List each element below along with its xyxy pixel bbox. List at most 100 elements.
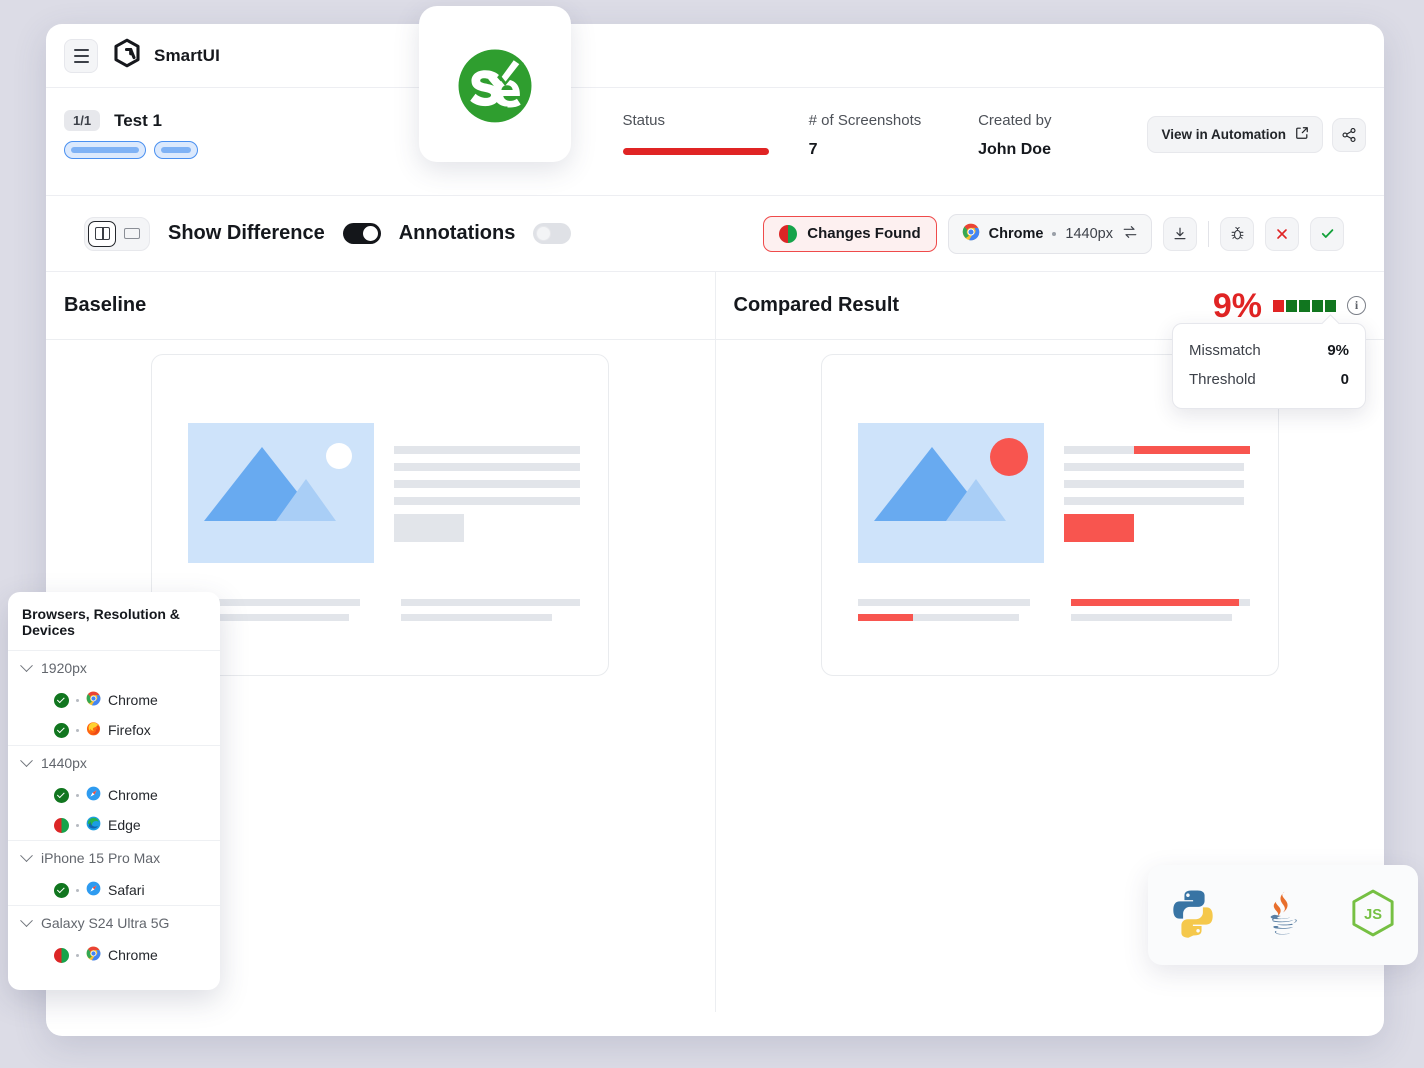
changes-found-label: Changes Found xyxy=(807,225,921,242)
browsers-panel-title: Browsers, Resolution & Devices xyxy=(8,592,220,651)
split-view-icon[interactable] xyxy=(88,220,116,247)
separator-dot xyxy=(76,728,79,732)
button-placeholder-diff xyxy=(1063,514,1134,542)
baseline-label: Baseline xyxy=(64,294,147,316)
edge-icon xyxy=(86,816,101,834)
nodejs-icon: JS xyxy=(1346,886,1400,945)
browser-group-header[interactable]: 1440px xyxy=(8,746,220,780)
view-mode-toggle xyxy=(84,216,150,251)
sun-shape-diff xyxy=(989,438,1028,476)
created-by-value: John Doe xyxy=(978,141,1051,158)
hero-image xyxy=(188,423,375,563)
status-fail-icon xyxy=(54,947,69,963)
mismatch-segments xyxy=(1273,299,1336,312)
mismatch-summary: 9% i xyxy=(1213,289,1366,323)
swap-arrows-icon[interactable] xyxy=(1122,224,1138,244)
status-pass-icon xyxy=(54,787,69,803)
mountain-shape-small xyxy=(945,479,1006,521)
show-difference-label: Show Difference xyxy=(168,222,325,244)
java-icon xyxy=(1256,886,1310,945)
list-item-label: Safari xyxy=(108,882,145,898)
separator-dot xyxy=(76,888,79,892)
info-icon[interactable]: i xyxy=(1347,296,1366,315)
show-difference-toggle[interactable] xyxy=(342,223,381,244)
list-item[interactable]: Safari xyxy=(8,875,220,905)
browser-group-label: Galaxy S24 Ultra 5G xyxy=(41,915,170,931)
view-in-automation-label: View in Automation xyxy=(1161,127,1286,142)
text-placeholder-block xyxy=(1063,446,1250,542)
annotations-label: Annotations xyxy=(398,222,516,244)
smartui-logo-icon xyxy=(112,38,142,73)
list-item[interactable]: Edge xyxy=(8,810,220,840)
tooltip-row: Missmatch 9% xyxy=(1189,336,1349,365)
share-icon[interactable] xyxy=(1332,117,1366,152)
safari-icon xyxy=(86,881,101,899)
screenshots-label: # of Screenshots xyxy=(808,112,922,129)
brand-name: SmartUI xyxy=(154,45,220,65)
status-column: Status xyxy=(622,110,809,155)
view-in-automation-button[interactable]: View in Automation xyxy=(1147,116,1323,153)
mismatch-percent: 9% xyxy=(1212,286,1262,325)
status-pass-icon xyxy=(54,692,69,708)
list-item[interactable]: Chrome xyxy=(8,780,220,810)
chevron-down-icon xyxy=(20,753,33,767)
top-bar: SmartUI xyxy=(46,24,1384,88)
browser-group-label: 1440px xyxy=(41,755,87,771)
list-item[interactable]: Chrome xyxy=(8,940,220,970)
list-item[interactable]: Chrome xyxy=(8,685,220,715)
chrome-icon xyxy=(86,946,101,964)
separator-dot xyxy=(1052,231,1057,236)
mountain-shape-small xyxy=(276,479,337,521)
footer-placeholder xyxy=(857,599,1250,629)
tooltip-key: Threshold xyxy=(1189,371,1256,388)
hamburger-icon[interactable] xyxy=(64,38,98,73)
reject-button[interactable] xyxy=(1265,216,1299,251)
tooltip-value: 0 xyxy=(1340,371,1349,388)
separator-dot xyxy=(76,793,79,797)
chrome-icon xyxy=(962,223,980,245)
tooltip-value: 9% xyxy=(1327,342,1349,359)
languages-panel: JS xyxy=(1148,865,1418,965)
status-label: Status xyxy=(622,112,666,129)
annotations-toggle[interactable] xyxy=(533,223,572,244)
browser-group-header[interactable]: iPhone 15 Pro Max xyxy=(8,841,220,875)
screenshots-value: 7 xyxy=(808,141,818,158)
chevron-down-icon xyxy=(20,913,33,927)
diff-pie-icon xyxy=(779,224,798,243)
diff-toolbar: Show Difference Annotations Changes Foun… xyxy=(46,196,1384,272)
browser-selector[interactable]: Chrome 1440px xyxy=(947,213,1152,254)
separator-dot xyxy=(76,698,79,702)
approve-button[interactable] xyxy=(1310,216,1344,251)
brand[interactable]: SmartUI xyxy=(112,38,220,73)
single-view-icon[interactable] xyxy=(118,221,146,247)
browser-group: 1440px Chrome Edge xyxy=(8,746,220,841)
browser-group-header[interactable]: 1920px xyxy=(8,651,220,685)
download-icon[interactable] xyxy=(1163,216,1197,251)
browser-group: iPhone 15 Pro Max Safari xyxy=(8,841,220,906)
chevron-down-icon xyxy=(20,658,33,672)
selenium-logo-icon xyxy=(458,49,532,123)
screenshots-column: # of Screenshots 7 xyxy=(809,110,978,159)
list-item-label: Chrome xyxy=(108,692,158,708)
baseline-header: Baseline xyxy=(46,272,715,340)
external-link-icon xyxy=(1295,126,1309,143)
browser-name: Chrome xyxy=(988,225,1044,242)
firefox-icon xyxy=(86,721,101,739)
browser-group-header[interactable]: Galaxy S24 Ultra 5G xyxy=(8,906,220,940)
compared-result-label: Compared Result xyxy=(733,294,900,316)
safari-icon xyxy=(86,786,101,804)
divider xyxy=(1208,220,1209,247)
selenium-logo-badge xyxy=(419,6,571,162)
browser-group-label: iPhone 15 Pro Max xyxy=(41,850,161,866)
separator-dot xyxy=(76,823,79,827)
tag-chip[interactable] xyxy=(154,141,198,159)
svg-text:JS: JS xyxy=(1364,907,1382,923)
created-by-column: Created by John Doe xyxy=(978,110,1147,159)
changes-found-badge[interactable]: Changes Found xyxy=(763,215,937,252)
tag-chip[interactable] xyxy=(64,141,146,159)
bug-icon[interactable] xyxy=(1220,216,1254,251)
chrome-icon xyxy=(86,691,101,709)
list-item[interactable]: Firefox xyxy=(8,715,220,745)
mismatch-tooltip: Missmatch 9% Threshold 0 xyxy=(1172,323,1366,409)
browser-group: 1920px Chrome Firefox xyxy=(8,651,220,746)
